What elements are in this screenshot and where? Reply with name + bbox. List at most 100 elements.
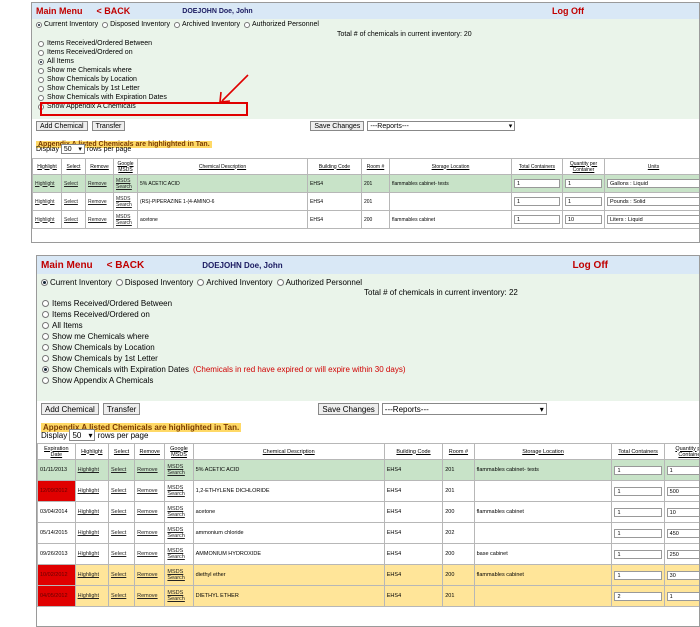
col-storage-location[interactable]: Storage Location xyxy=(473,443,613,460)
highlight-link[interactable]: Highlight xyxy=(74,564,110,586)
remove-link[interactable]: Remove xyxy=(134,585,166,607)
remove-link[interactable]: Remove xyxy=(134,564,166,586)
quantity-per-container-cell-input[interactable]: 1 xyxy=(666,591,699,601)
total-containers-cell[interactable]: 1 xyxy=(511,192,563,211)
radio-button[interactable] xyxy=(197,279,205,286)
select-link[interactable]: Select xyxy=(61,174,86,193)
radio-button[interactable] xyxy=(42,344,49,351)
select-link[interactable]: Select xyxy=(108,564,136,586)
tab-archived-inventory[interactable]: Archived Inventory xyxy=(197,278,273,287)
remove-link[interactable]: Remove xyxy=(85,192,114,211)
total-containers-cell-input[interactable]: 1 xyxy=(514,179,560,188)
col-storage-location[interactable]: Storage Location xyxy=(389,158,512,175)
highlight-link[interactable]: Highlight xyxy=(32,192,62,211)
col-google-msds[interactable]: Google MSDS xyxy=(113,158,138,175)
back-link[interactable]: < BACK xyxy=(107,260,145,271)
radio-button[interactable] xyxy=(42,322,49,329)
quantity-per-container-cell-input[interactable]: 500 xyxy=(666,486,699,496)
quantity-per-container-cell[interactable]: 1 xyxy=(663,585,699,607)
option-all-items[interactable]: All Items xyxy=(37,320,699,331)
quantity-per-container-cell[interactable]: 10 xyxy=(663,501,699,523)
radio-button[interactable] xyxy=(42,377,49,384)
remove-link[interactable]: Remove xyxy=(134,480,166,502)
units-cell[interactable]: Liters : Liquid xyxy=(604,210,699,229)
col-quantity-per-container[interactable]: Quantity per Container xyxy=(562,158,605,175)
remove-link[interactable]: Remove xyxy=(134,459,166,481)
msds-search-link[interactable]: MSDS Search xyxy=(113,174,138,193)
remove-link[interactable]: Remove xyxy=(134,501,166,523)
radio-button[interactable] xyxy=(276,279,284,286)
quantity-per-container-cell-input[interactable]: 250 xyxy=(666,549,699,559)
total-containers-cell[interactable]: 1 xyxy=(511,174,563,193)
select-link[interactable]: Select xyxy=(108,459,136,481)
quantity-per-container-cell[interactable]: 10 xyxy=(562,210,605,229)
col-quantity-per-container[interactable]: Quantity per Container xyxy=(663,443,699,460)
radio-button[interactable] xyxy=(115,279,123,286)
main-menu-link[interactable]: Main Menu xyxy=(41,260,93,271)
total-containers-cell[interactable]: 2 xyxy=(611,585,665,607)
save-changes-button[interactable]: Save Changes xyxy=(318,403,379,415)
select-link[interactable]: Select xyxy=(61,210,86,229)
units-cell-input[interactable]: Liters : Liquid xyxy=(607,215,699,224)
msds-search-link[interactable]: MSDS Search xyxy=(164,543,194,565)
msds-search-link[interactable]: MSDS Search xyxy=(164,501,194,523)
total-containers-cell[interactable]: 1 xyxy=(611,480,665,502)
col-chemical-description[interactable]: Chemical Description xyxy=(137,158,308,175)
option-appendix-a[interactable]: Show Appendix A Chemicals xyxy=(37,375,699,386)
select-link[interactable]: Select xyxy=(108,585,136,607)
tab-current-inventory[interactable]: Current Inventory xyxy=(41,278,112,287)
total-containers-cell[interactable]: 1 xyxy=(511,210,563,229)
total-containers-cell-input[interactable]: 1 xyxy=(514,197,560,206)
reports-select[interactable]: ---Reports--- ▾ xyxy=(381,403,547,415)
rows-per-page-select[interactable]: 50 ▾ xyxy=(69,429,96,441)
radio-button[interactable] xyxy=(42,300,49,307)
quantity-per-container-cell[interactable]: 1 xyxy=(562,174,605,193)
total-containers-cell-input[interactable]: 1 xyxy=(614,570,662,580)
msds-search-link[interactable]: MSDS Search xyxy=(164,564,194,586)
col-building-code[interactable]: Building Code xyxy=(383,443,444,460)
option-received-between[interactable]: Items Received/Ordered Between xyxy=(37,298,699,309)
select-link[interactable]: Select xyxy=(108,543,136,565)
total-containers-cell[interactable]: 1 xyxy=(611,501,665,523)
quantity-per-container-cell-input[interactable]: 1 xyxy=(666,465,699,475)
msds-search-link[interactable]: MSDS Search xyxy=(113,210,138,229)
col-units[interactable]: Units xyxy=(604,158,699,175)
radio-button[interactable] xyxy=(42,333,49,340)
transfer-button[interactable]: Transfer xyxy=(102,403,141,415)
quantity-per-container-cell[interactable]: 500 xyxy=(663,480,699,502)
msds-search-link[interactable]: MSDS Search xyxy=(164,522,194,544)
highlight-link[interactable]: Highlight xyxy=(74,480,110,502)
highlight-link[interactable]: Highlight xyxy=(74,459,110,481)
msds-search-link[interactable]: MSDS Search xyxy=(164,480,194,502)
units-cell[interactable]: Pounds : Solid xyxy=(604,192,699,211)
option-by-first-letter[interactable]: Show Chemicals by 1st Letter xyxy=(37,353,699,364)
remove-link[interactable]: Remove xyxy=(134,522,166,544)
highlight-link[interactable]: Highlight xyxy=(32,174,62,193)
col-total-containers[interactable]: Total Containers xyxy=(611,443,665,460)
radio-button[interactable] xyxy=(41,279,48,286)
select-link[interactable]: Select xyxy=(108,480,136,502)
col-room[interactable]: Room # xyxy=(442,443,475,460)
total-containers-cell[interactable]: 1 xyxy=(611,543,665,565)
tab-authorized-personnel[interactable]: Authorized Personnel xyxy=(276,278,362,287)
highlight-link[interactable]: Highlight xyxy=(74,522,110,544)
total-containers-cell-input[interactable]: 1 xyxy=(614,507,662,517)
radio-button[interactable] xyxy=(42,355,49,362)
total-containers-cell[interactable]: 1 xyxy=(611,522,665,544)
msds-search-link[interactable]: MSDS Search xyxy=(113,192,138,211)
total-containers-cell-input[interactable]: 1 xyxy=(614,465,662,475)
option-expiration-dates[interactable]: Show Chemicals with Expiration Dates (Che… xyxy=(37,364,699,375)
quantity-per-container-cell-input[interactable]: 10 xyxy=(666,507,699,517)
rows-per-page-select[interactable]: 50 ▾ xyxy=(60,144,85,154)
units-cell-input[interactable]: Gallons : Liquid xyxy=(607,179,699,188)
col-total-containers[interactable]: Total Containers xyxy=(511,158,563,175)
select-link[interactable]: Select xyxy=(61,192,86,211)
quantity-per-container-cell-input[interactable]: 10 xyxy=(565,215,602,224)
total-containers-cell-input[interactable]: 1 xyxy=(514,215,560,224)
total-containers-cell[interactable]: 1 xyxy=(611,564,665,586)
units-cell-input[interactable]: Pounds : Solid xyxy=(607,197,699,206)
msds-search-link[interactable]: MSDS Search xyxy=(164,585,194,607)
msds-search-link[interactable]: MSDS Search xyxy=(164,459,194,481)
radio-button[interactable] xyxy=(42,366,49,373)
quantity-per-container-cell-input[interactable]: 1 xyxy=(565,197,602,206)
